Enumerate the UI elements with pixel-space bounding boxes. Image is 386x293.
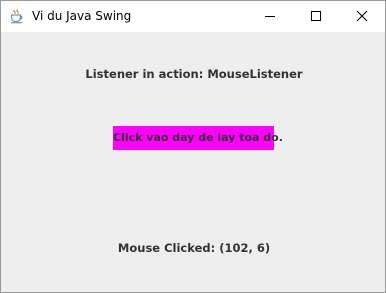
java-coffee-cup-icon (9, 8, 25, 24)
maximize-button[interactable] (293, 1, 339, 32)
window-title: Vi du Java Swing (32, 9, 132, 23)
app-window: Vi du Java Swing Listener in action: Mou… (0, 0, 386, 293)
click-area-label[interactable]: Click vao day de lay toa do. (113, 126, 283, 150)
close-button[interactable] (339, 1, 385, 32)
minimize-icon (265, 16, 275, 17)
close-icon (356, 10, 368, 22)
maximize-icon (311, 11, 321, 21)
status-label: Mouse Clicked: (102, 6) (117, 241, 271, 255)
minimize-button[interactable] (247, 1, 293, 32)
title-bar[interactable]: Vi du Java Swing (1, 1, 385, 32)
header-label: Listener in action: MouseListener (85, 67, 303, 81)
content-panel: Listener in action: MouseListener Click … (1, 32, 385, 292)
